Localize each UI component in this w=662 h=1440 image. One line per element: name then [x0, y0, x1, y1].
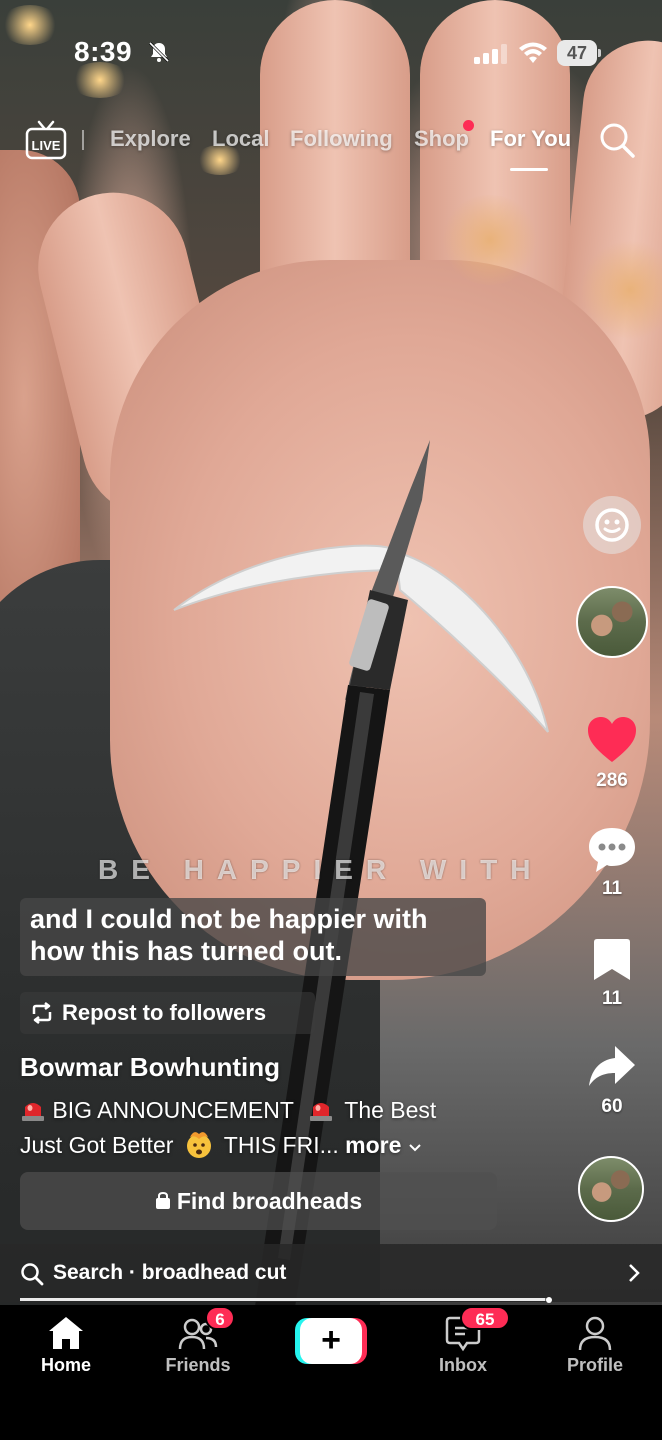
top-feed-nav: LIVE Explore Local Following Shop For Yo…: [0, 110, 662, 174]
nav-inbox[interactable]: 65 Inbox: [408, 1305, 518, 1385]
find-broadheads-label: Find broadheads: [176, 1188, 363, 1214]
nav-profile-label: Profile: [566, 1355, 623, 1375]
video-palm-mark: [440, 195, 540, 285]
post-description[interactable]: BIG ANNOUNCEMENT The Best: [20, 1097, 436, 1124]
tab-local[interactable]: Local: [212, 126, 269, 152]
chevron-right-icon: [629, 1264, 640, 1282]
nav-home-label: Home: [40, 1355, 91, 1375]
video-text-overlay: BE HAPPIER WITH: [98, 854, 544, 885]
heart-icon: [588, 717, 636, 762]
search-icon[interactable]: [597, 120, 637, 160]
more-link[interactable]: more: [345, 1132, 401, 1158]
tab-following[interactable]: Following: [290, 126, 393, 152]
description-text: The Best: [344, 1097, 437, 1123]
wifi-icon: [519, 42, 547, 63]
comment-count: 11: [601, 878, 623, 899]
siren-emoji-icon: [22, 1103, 44, 1121]
nav-inbox-label: Inbox: [439, 1355, 487, 1375]
search-suggestion-label: Search · broadhead cut: [53, 1261, 287, 1284]
shopping-bag-icon: [155, 1192, 170, 1209]
home-icon: [49, 1317, 83, 1349]
comment-button[interactable]: 11: [580, 826, 644, 902]
battery-level: 47: [566, 43, 588, 63]
sound-avatar[interactable]: [578, 1156, 644, 1222]
tab-explore[interactable]: Explore: [110, 126, 191, 152]
post-description[interactable]: Just Got Better THIS FRI... more: [20, 1129, 422, 1159]
video-caption: and I could not be happier with how this…: [20, 898, 486, 976]
active-tab-indicator: [510, 168, 548, 171]
inbox-badge: 65: [460, 1306, 510, 1330]
mind-blown-emoji-icon: [186, 1132, 211, 1158]
share-button[interactable]: 60: [580, 1044, 644, 1120]
share-count: 60: [601, 1096, 623, 1117]
search-suggestion-bar[interactable]: Search · broadhead cut: [0, 1244, 662, 1302]
friends-badge: 6: [205, 1306, 235, 1330]
repost-icon: [32, 1002, 52, 1024]
nav-home[interactable]: Home: [11, 1305, 121, 1385]
like-count: 286: [596, 770, 628, 791]
bookmark-icon: [594, 939, 630, 980]
chevron-down-icon: [409, 1144, 421, 1152]
live-tv-icon[interactable]: LIVE: [25, 120, 67, 160]
bell-slash-icon: [148, 41, 170, 63]
repost-label: Repost to followers: [62, 1000, 267, 1025]
find-broadheads-button[interactable]: Find broadheads: [20, 1172, 497, 1230]
nav-divider: [82, 130, 84, 150]
description-text: Just Got Better: [20, 1132, 174, 1158]
cellular-signal-icon: [474, 44, 507, 64]
shop-notification-dot: [463, 120, 474, 131]
save-button[interactable]: 11: [580, 936, 644, 1012]
create-post-button[interactable]: +: [295, 1318, 367, 1364]
tab-for-you[interactable]: For You: [490, 126, 571, 152]
video-progress-knob[interactable]: [546, 1297, 552, 1303]
svg-text:LIVE: LIVE: [32, 138, 61, 153]
comment-icon: [589, 828, 635, 872]
creator-avatar[interactable]: [576, 586, 648, 658]
repost-button[interactable]: Repost to followers: [20, 992, 315, 1034]
nav-profile[interactable]: Profile: [540, 1305, 650, 1385]
smiley-icon: [595, 508, 629, 542]
plus-icon: +: [321, 1321, 341, 1359]
author-name[interactable]: Bowmar Bowhunting: [20, 1052, 280, 1083]
like-button[interactable]: 286: [580, 716, 644, 796]
video-progress-fill: [20, 1298, 545, 1301]
siren-emoji-icon: [309, 1103, 332, 1121]
status-bar: 8:39 47: [0, 0, 662, 100]
search-icon: [21, 1263, 44, 1286]
emoji-reaction-button[interactable]: [583, 496, 641, 554]
status-time: 8:39: [74, 36, 133, 67]
bottom-tab-bar: Home 6 Friends + 65 Inbox Profile: [0, 1305, 662, 1440]
caption-line: how this has turned out.: [30, 936, 342, 966]
save-count: 11: [601, 988, 623, 1009]
description-text: BIG ANNOUNCEMENT: [52, 1097, 294, 1123]
battery-icon: 47: [557, 40, 601, 66]
profile-icon: [578, 1316, 612, 1351]
share-arrow-icon: [589, 1046, 635, 1086]
description-text: THIS FRI...: [223, 1132, 339, 1158]
video-progress-bar[interactable]: [20, 1298, 550, 1301]
caption-line: and I could not be happier with: [30, 904, 428, 934]
tab-shop[interactable]: Shop: [414, 126, 469, 152]
nav-friends-label: Friends: [165, 1355, 231, 1375]
nav-friends[interactable]: 6 Friends: [143, 1305, 253, 1385]
